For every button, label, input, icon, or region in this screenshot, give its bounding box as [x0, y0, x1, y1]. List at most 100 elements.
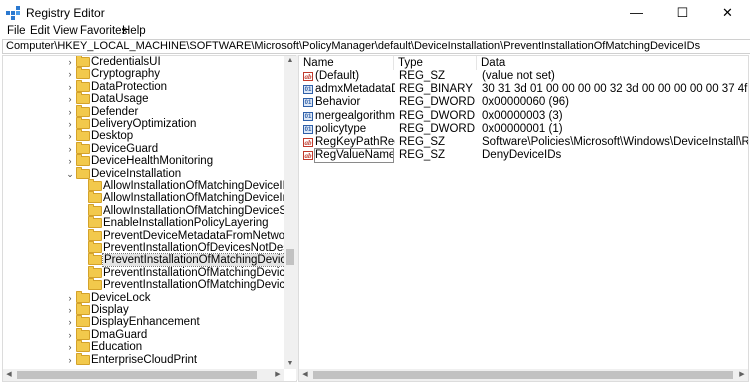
tree-item[interactable]: › Desktop: [3, 129, 284, 142]
registry-editor-icon: [6, 6, 20, 20]
minimize-button[interactable]: —: [614, 0, 659, 25]
tree-item[interactable]: AllowInstallationOfMatchingDeviceSetupCl…: [3, 203, 296, 217]
value-row[interactable]: ab (Default) REG_SZ (value not set): [299, 70, 748, 83]
tree-item-label: AllowInstallationOfMatchingDeviceInstanc…: [103, 192, 296, 205]
values-hscroll-thumb[interactable]: [313, 371, 733, 379]
expand-chevron-icon[interactable]: ›: [66, 93, 74, 105]
string-value-icon: ab: [303, 138, 313, 147]
binary-value-icon: 01: [303, 98, 313, 108]
scroll-left-icon[interactable]: ◀: [3, 370, 15, 380]
value-data: 0x00000001 (1): [482, 122, 563, 135]
tree-item[interactable]: PreventDeviceMetadataFromNetwork: [3, 228, 295, 242]
tree-item[interactable]: PreventInstallationOfMatchingDeviceInsta…: [3, 265, 296, 279]
tree-item-label: Education: [91, 341, 143, 354]
tree-item[interactable]: PreventInstallationOfMatchingDeviceIDs: [3, 253, 296, 268]
column-header-type[interactable]: Type: [394, 56, 477, 70]
tree-item[interactable]: EnableInstallationPolicyLayering: [3, 216, 284, 229]
value-name: RegKeyPathRedirect: [315, 136, 395, 148]
tree-hscroll-thumb[interactable]: [17, 371, 257, 379]
tree-item-label: DeviceGuard: [91, 142, 159, 155]
tree-scroll-thumb[interactable]: [286, 249, 294, 265]
scroll-up-icon[interactable]: ▲: [284, 56, 296, 66]
expand-chevron-icon[interactable]: ›: [66, 304, 74, 316]
expand-chevron-icon[interactable]: ›: [66, 68, 74, 80]
value-row[interactable]: 01 mergealgorithm REG_DWORD 0x00000003 (3): [299, 110, 748, 123]
close-button[interactable]: ✕: [705, 0, 750, 25]
maximize-button[interactable]: ☐: [660, 0, 705, 25]
tree-item[interactable]: › DisplayEnhancement: [3, 315, 284, 328]
tree-item[interactable]: › CredentialsUI: [3, 56, 284, 68]
tree-item[interactable]: PreventInstallationOfMatchingDeviceSetup…: [3, 278, 296, 291]
scroll-down-icon[interactable]: ▼: [284, 359, 296, 369]
scroll-left-icon[interactable]: ◀: [299, 370, 311, 380]
menu-view[interactable]: View: [53, 25, 78, 37]
expand-chevron-icon[interactable]: ›: [66, 118, 74, 130]
value-data: 0x00000003 (3): [482, 109, 563, 122]
column-header-data[interactable]: Data: [477, 56, 748, 70]
folder-icon: [76, 141, 90, 154]
values-pane[interactable]: Name Type Data ab (Default) REG_SZ (value n…: [298, 55, 749, 382]
folder-icon: [76, 117, 90, 129]
tree-item[interactable]: › Defender: [3, 104, 284, 118]
value-row[interactable]: abRegValueNameRedi... REG_SZ DenyDeviceIDs: [299, 148, 748, 164]
tree-item[interactable]: PreventInstallationOfDevicesNotDescribed…: [3, 241, 296, 254]
expand-chevron-icon[interactable]: ›: [66, 130, 74, 142]
expand-chevron-icon[interactable]: ›: [66, 81, 74, 93]
expand-chevron-icon[interactable]: ›: [66, 341, 74, 353]
tree-item[interactable]: › DataProtection: [3, 79, 284, 93]
expand-chevron-icon[interactable]: ›: [66, 143, 74, 155]
string-value-icon: ab: [303, 72, 313, 81]
expand-chevron-icon[interactable]: ›: [66, 155, 74, 167]
value-type: REG_SZ: [399, 70, 446, 82]
key-tree-pane[interactable]: › CredentialsUI › Cryptography › DataProtecti…: [2, 55, 297, 382]
tree-item-label: PreventInstallationOfMatchingDeviceInsta…: [103, 266, 296, 279]
value-row[interactable]: 01 Behavior REG_DWORD 0x00000060 (96): [299, 96, 748, 109]
tree-item[interactable]: › DmaGuard: [3, 327, 284, 341]
tree-item-label: DeviceInstallation: [91, 167, 182, 180]
values-horizontal-scrollbar[interactable]: ◀ ▶: [299, 369, 748, 381]
expand-chevron-icon[interactable]: ›: [66, 292, 74, 304]
tree-item[interactable]: › DeviceLock: [3, 290, 284, 304]
scroll-right-icon[interactable]: ▶: [736, 370, 748, 380]
menu-file[interactable]: File: [7, 25, 26, 37]
tree-item[interactable]: ⌄ DeviceInstallation: [3, 166, 284, 180]
tree-item-label: DeliveryOptimization: [91, 118, 197, 130]
expand-chevron-icon[interactable]: ›: [66, 106, 74, 118]
tree-item[interactable]: AllowInstallationOfMatchingDeviceInstanc…: [3, 191, 296, 204]
expand-chevron-icon[interactable]: ›: [66, 329, 74, 341]
tree-horizontal-scrollbar[interactable]: ◀ ▶: [3, 369, 284, 381]
value-name: RegValueNameRedi...: [314, 148, 394, 164]
tree-vertical-scrollbar[interactable]: ▲ ▼: [284, 56, 296, 369]
value-row[interactable]: 01 policytype REG_DWORD 0x00000001 (1): [299, 123, 748, 136]
tree-item[interactable]: › Display: [3, 303, 284, 316]
value-type: REG_SZ: [399, 136, 446, 148]
tree-item-label: Cryptography: [91, 68, 161, 81]
expand-chevron-icon[interactable]: ›: [66, 56, 74, 68]
tree-item[interactable]: › EnterpriseCloudPrint: [3, 352, 284, 366]
expand-chevron-icon[interactable]: ›: [66, 354, 74, 366]
value-row[interactable]: abRegKeyPathRedirect REG_SZ Software\Polic…: [299, 136, 748, 149]
tree-item[interactable]: AllowInstallationOfMatchingDeviceIDs: [3, 179, 296, 192]
string-value-icon: ab: [303, 151, 313, 161]
menu-help[interactable]: Help: [122, 25, 146, 37]
tree-item[interactable]: › Education: [3, 340, 284, 354]
tree-item[interactable]: › DeviceHealthMonitoring: [3, 154, 284, 167]
tree-item[interactable]: › DeviceGuard: [3, 141, 284, 155]
menu-edit[interactable]: Edit: [30, 25, 50, 37]
collapse-chevron-icon[interactable]: ⌄: [66, 168, 74, 180]
column-header-name[interactable]: Name: [299, 56, 394, 70]
folder-icon: [88, 278, 102, 291]
tree-item[interactable]: › Cryptography: [3, 67, 284, 81]
tree-item-label: EnterpriseCloudPrint: [91, 353, 198, 366]
scroll-right-icon[interactable]: ▶: [272, 370, 284, 380]
expand-chevron-icon[interactable]: ›: [66, 316, 74, 328]
value-row[interactable]: 01admxMetadataDevice REG_BINARY 30 31 3d 0…: [299, 83, 748, 96]
tree-item-label: Defender: [91, 105, 139, 118]
tree-item[interactable]: › DataUsage: [3, 92, 284, 105]
value-type: REG_SZ: [399, 149, 446, 162]
value-type: REG_BINARY: [399, 83, 473, 96]
tree-item-label: Display: [91, 304, 129, 316]
address-bar[interactable]: Computer\HKEY_LOCAL_MACHINE\SOFTWARE\Mic…: [2, 39, 750, 54]
menu-favorites[interactable]: Favorites: [80, 25, 127, 37]
tree-item[interactable]: › DeliveryOptimization: [3, 117, 284, 130]
